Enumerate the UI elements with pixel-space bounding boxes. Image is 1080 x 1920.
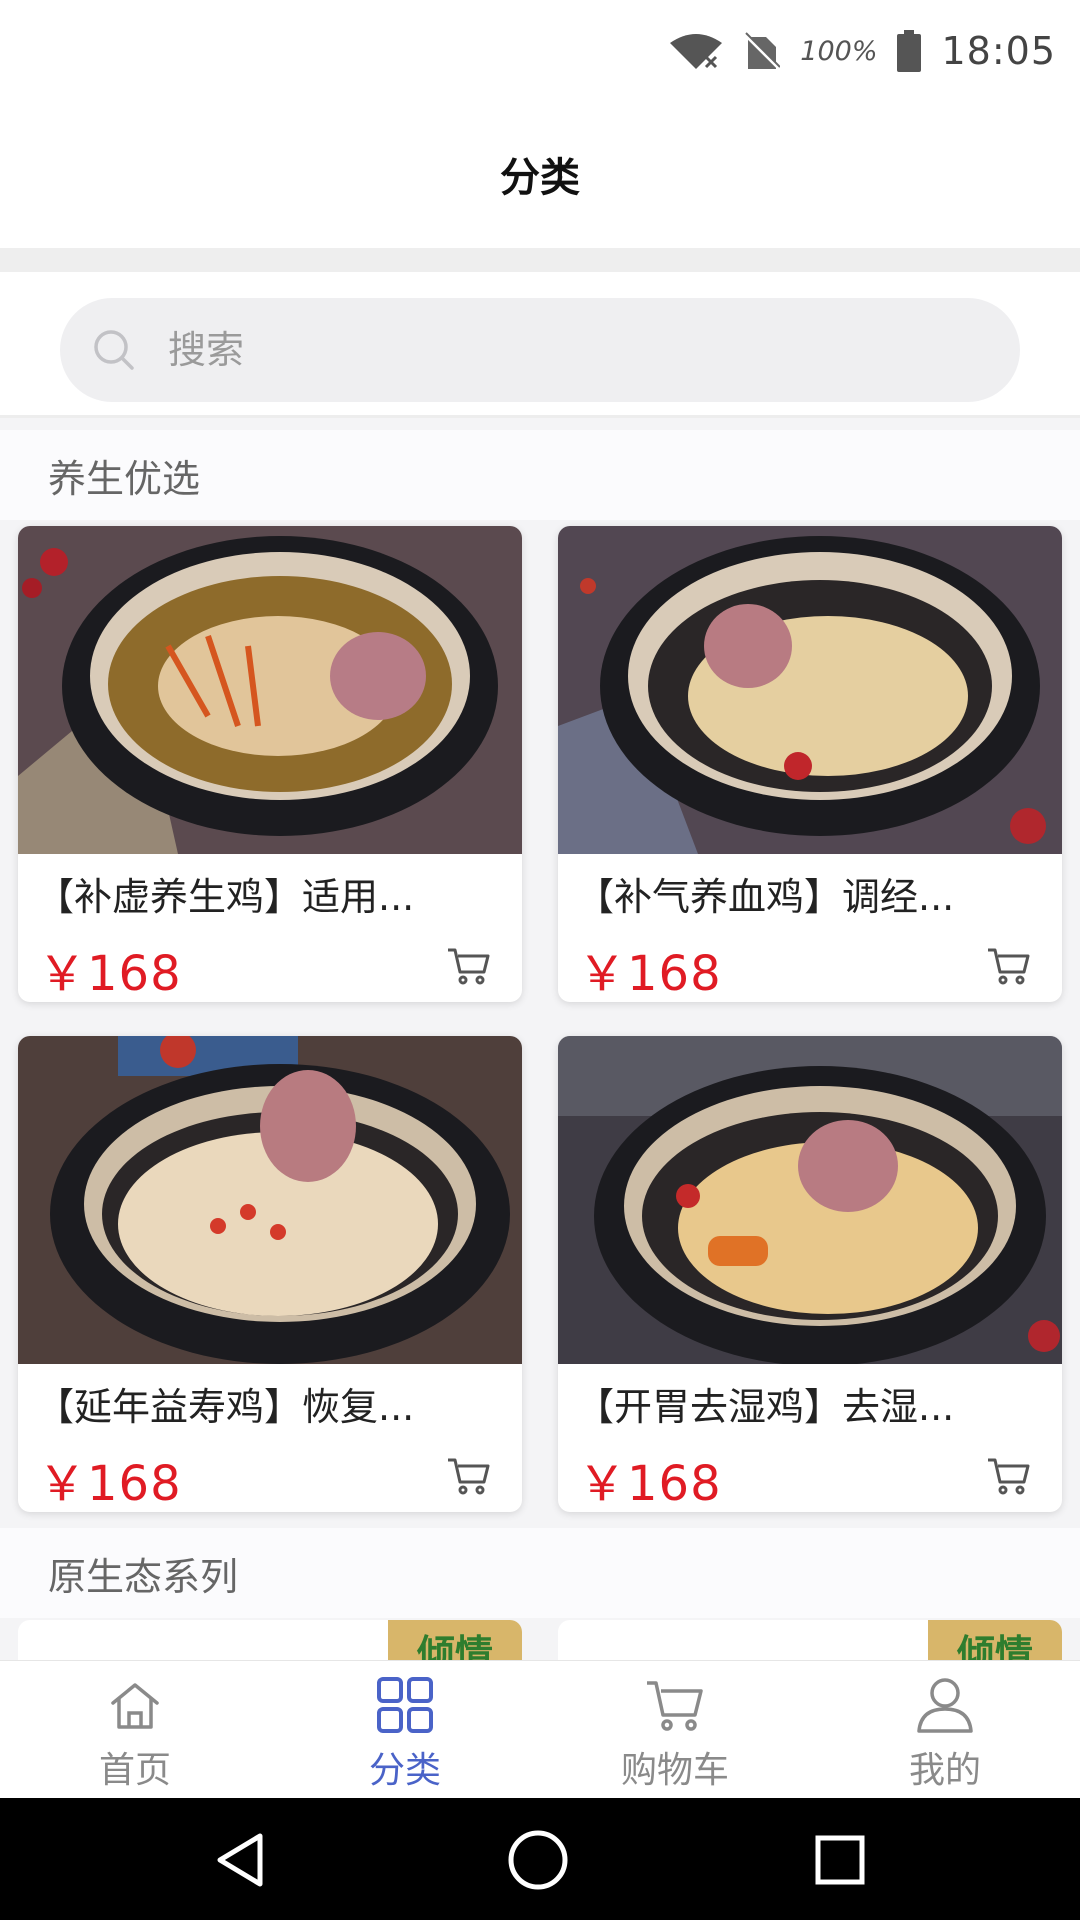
bottom-tab-bar: 首页 分类 购物车 我的 <box>0 1660 1080 1798</box>
tab-category[interactable]: 分类 <box>270 1661 540 1798</box>
system-nav-bar <box>0 1798 1080 1920</box>
status-indicators: 100% 18:05 <box>668 28 1056 74</box>
tab-profile[interactable]: 我的 <box>810 1661 1080 1798</box>
product-image <box>558 526 1062 854</box>
title-bar: 分类 <box>0 100 1080 248</box>
add-to-cart-icon[interactable] <box>446 1456 492 1496</box>
tab-home[interactable]: 首页 <box>0 1661 270 1798</box>
home-icon <box>111 1683 159 1729</box>
product-price: ￥168 <box>38 946 182 1002</box>
product-title: 【补虚养生鸡】适用... <box>36 875 415 919</box>
product-image <box>18 1036 522 1364</box>
product-price: ￥168 <box>578 1456 722 1512</box>
wifi-icon <box>670 34 723 69</box>
battery-icon <box>897 30 922 72</box>
section-title-health: 养生优选 <box>0 430 1080 520</box>
product-title: 【开胃去湿鸡】去湿... <box>576 1385 955 1429</box>
search-input[interactable] <box>168 328 928 372</box>
status-bar: 100% 18:05 <box>0 0 1080 100</box>
add-to-cart-icon[interactable] <box>986 1456 1032 1496</box>
back-icon[interactable] <box>208 1828 272 1892</box>
tab-cart[interactable]: 购物车 <box>540 1661 810 1798</box>
product-card[interactable]: 【补气养血鸡】调经... ￥168 <box>558 526 1062 1002</box>
home-button-icon[interactable] <box>506 1828 570 1892</box>
search-icon <box>94 330 134 370</box>
search-bar[interactable] <box>60 298 1020 402</box>
add-to-cart-icon[interactable] <box>446 946 492 986</box>
grid-icon <box>377 1677 433 1733</box>
section-title-organic: 原生态系列 <box>0 1528 1080 1618</box>
product-price: ￥168 <box>578 946 722 1002</box>
product-price: ￥168 <box>38 1456 182 1512</box>
tab-label: 我的 <box>908 1750 981 1791</box>
search-area <box>0 272 1080 418</box>
product-image <box>558 1036 1062 1364</box>
page-title: 分类 <box>500 155 580 201</box>
tab-label: 购物车 <box>620 1750 729 1791</box>
product-title: 【延年益寿鸡】恢复... <box>36 1385 415 1429</box>
product-title: 【补气养血鸡】调经... <box>576 875 955 919</box>
tab-label: 分类 <box>368 1750 441 1791</box>
product-card[interactable]: 【补虚养生鸡】适用... ￥168 <box>18 526 522 1002</box>
product-card[interactable]: 【延年益寿鸡】恢复... ￥168 <box>18 1036 522 1512</box>
clock: 18:05 <box>941 29 1056 73</box>
user-icon <box>917 1678 973 1733</box>
product-image <box>18 526 522 854</box>
battery-percent: 100% <box>800 35 878 67</box>
divider <box>0 248 1080 272</box>
product-card[interactable]: 【开胃去湿鸡】去湿... ￥168 <box>558 1036 1062 1512</box>
add-to-cart-icon[interactable] <box>986 946 1032 986</box>
tab-label: 首页 <box>98 1750 171 1791</box>
recents-icon[interactable] <box>808 1828 872 1892</box>
cart-icon <box>647 1681 703 1731</box>
no-sim-icon <box>744 31 781 71</box>
